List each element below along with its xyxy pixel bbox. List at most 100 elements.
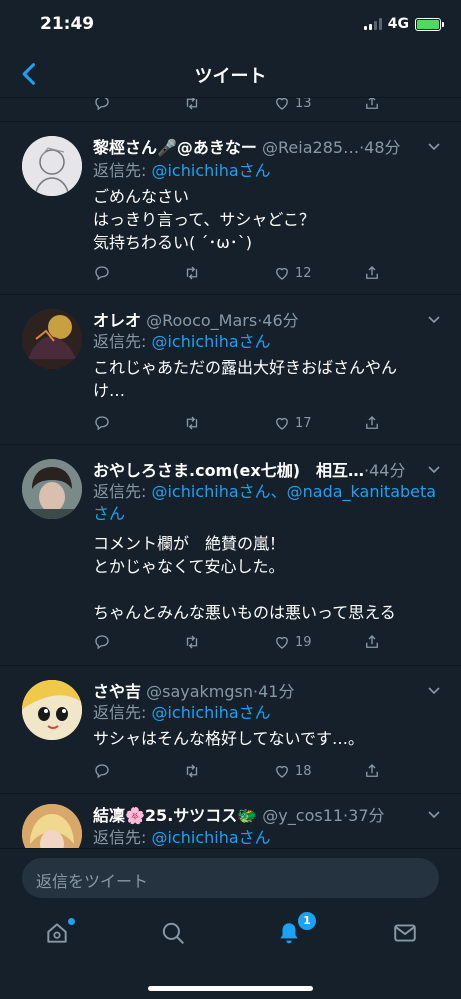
share-action[interactable]: [363, 762, 381, 780]
timestamp: 44分: [369, 461, 406, 480]
reply-mention-link[interactable]: @ichichihaさん: [151, 161, 270, 180]
display-name[interactable]: さや吉: [93, 682, 141, 701]
reply-action[interactable]: [93, 414, 111, 432]
tweet-header: 結凜🌸25.サツコス🐲 @y_cos11·37分: [93, 806, 385, 825]
share-action[interactable]: [363, 98, 381, 112]
chevron-down-icon[interactable]: [427, 806, 441, 820]
chevron-down-icon[interactable]: [427, 138, 441, 152]
like-action[interactable]: 12: [273, 264, 312, 282]
notification-badge: 1: [298, 912, 316, 930]
tweet-actions: 17: [93, 414, 393, 438]
share-action[interactable]: [363, 633, 381, 651]
share-action[interactable]: [363, 264, 381, 282]
reply-action[interactable]: [93, 98, 111, 112]
retweet-icon: [186, 635, 198, 649]
display-name[interactable]: オレオ: [93, 311, 141, 330]
retweet-action[interactable]: [183, 414, 201, 432]
battery-icon: [415, 17, 444, 31]
reply-to-line: 返信先: @ichichihaさん: [93, 331, 441, 353]
share-icon: [366, 635, 378, 648]
avatar[interactable]: [22, 804, 82, 848]
like-action[interactable]: 19: [273, 633, 312, 651]
retweet-action[interactable]: [183, 633, 201, 651]
avatar-character-image: [22, 680, 82, 740]
like-count: 17: [295, 415, 312, 431]
tweet-item[interactable]: おやしろさま.com(ex七枷) 相互…·44分 返信先: @ichichiha…: [0, 445, 461, 666]
reply-icon: [95, 266, 109, 281]
like-action[interactable]: 13: [273, 98, 312, 112]
mail-icon: [394, 924, 416, 942]
chevron-down-icon[interactable]: [427, 311, 441, 325]
reply-mention-link[interactable]: @ichichihaさん、@nada_kanitabeta: [151, 482, 436, 501]
tab-search[interactable]: [160, 920, 190, 950]
chevron-down-icon[interactable]: [427, 682, 441, 696]
page-title: ツイート: [194, 66, 267, 87]
tweet-header: おやしろさま.com(ex七枷) 相互…·44分: [93, 461, 406, 480]
search-icon: [162, 922, 184, 944]
share-icon: [366, 98, 378, 109]
avatar[interactable]: [22, 136, 82, 196]
reply-mention-link[interactable]: @ichichihaさん: [151, 703, 270, 722]
tab-notifications[interactable]: 1: [276, 912, 316, 950]
retweet-action[interactable]: [183, 264, 201, 282]
tweet-header: オレオ @Rooco_Mars·46分: [93, 311, 299, 330]
tweet-header: 黎桱さん🎤@あきなー @Reia285…·48分: [93, 138, 401, 157]
avatar[interactable]: [22, 459, 82, 519]
tab-home[interactable]: [44, 918, 75, 950]
tab-messages[interactable]: [392, 920, 422, 950]
handle: @Reia285…: [262, 138, 360, 157]
tweet-item[interactable]: さや吉 @sayakmgsn·41分 返信先: @ichichihaさん サシャ…: [0, 666, 461, 794]
reply-mention-link[interactable]: @ichichihaさん: [151, 828, 270, 847]
retweet-icon: [186, 416, 198, 430]
retweet-action[interactable]: [183, 762, 201, 780]
reply-mention-suffix[interactable]: さん: [93, 504, 125, 523]
tweet-header: さや吉 @sayakmgsn·41分: [93, 682, 295, 701]
status-bar: 21:49 4G: [0, 0, 461, 50]
display-name[interactable]: 黎桱さん🎤@あきなー: [93, 138, 257, 157]
reply-icon: [95, 635, 109, 650]
reply-action[interactable]: [93, 264, 111, 282]
reply-action[interactable]: [93, 633, 111, 651]
retweet-icon: [186, 764, 198, 778]
retweet-action[interactable]: [183, 98, 201, 112]
like-action[interactable]: 17: [273, 414, 312, 432]
handle: @y_cos11: [262, 806, 344, 825]
like-count: 18: [295, 763, 312, 779]
like-action[interactable]: 18: [273, 762, 312, 780]
reply-composer-bar: 返信をツイート: [0, 848, 461, 904]
display-name[interactable]: 結凜🌸25.サツコス🐲: [93, 806, 257, 825]
reply-feed[interactable]: 13 黎桱さん🎤@あきなー @Reia285…·48分 返信先: @ichich…: [0, 98, 461, 848]
network-label: 4G: [387, 16, 409, 32]
reply-action[interactable]: [93, 762, 111, 780]
reply-mention-link[interactable]: @ichichihaさん: [151, 332, 270, 351]
tweet-text: ごめんなさい はっきり言って、サシャどこ？ 気持ちわるい( ´･ω･`): [93, 187, 315, 252]
reply-input[interactable]: 返信をツイート: [22, 858, 439, 898]
status-indicators: 4G: [363, 16, 444, 32]
reply-icon: [95, 764, 109, 779]
tweet-item[interactable]: 黎桱さん🎤@あきなー @Reia285…·48分 返信先: @ichichiha…: [0, 122, 461, 295]
share-action[interactable]: [363, 414, 381, 432]
tweet-text: サシャはそんな格好してないです…。: [93, 729, 365, 748]
heart-icon: [276, 267, 288, 280]
home-icon: [47, 923, 67, 943]
tab-bar: 1: [0, 904, 461, 999]
timestamp: 48分: [364, 138, 401, 157]
avatar-sketch-image: [22, 136, 82, 196]
partial-tweet: 13: [0, 98, 461, 122]
chevron-down-icon[interactable]: [427, 461, 441, 475]
heart-icon: [276, 636, 288, 649]
avatar[interactable]: [22, 680, 82, 740]
display-name[interactable]: おやしろさま.com(ex七枷) 相互…: [93, 461, 364, 480]
reply-to-label: 返信先:: [93, 332, 152, 351]
tweet-item[interactable]: オレオ @Rooco_Mars·46分 返信先: @ichichihaさん これ…: [0, 295, 461, 445]
reply-to-label: 返信先:: [93, 482, 152, 501]
reply-icon: [95, 416, 109, 431]
retweet-icon: [186, 266, 198, 280]
avatar[interactable]: [22, 309, 82, 369]
handle: @Rooco_Mars: [146, 311, 258, 330]
tweet-actions: 18: [93, 762, 393, 786]
timestamp: 46分: [262, 311, 299, 330]
status-time: 21:49: [40, 14, 95, 34]
tweet-item[interactable]: 結凜🌸25.サツコス🐲 @y_cos11·37分 返信先: @ichichiha…: [0, 794, 461, 848]
reply-to-label: 返信先:: [93, 703, 152, 722]
